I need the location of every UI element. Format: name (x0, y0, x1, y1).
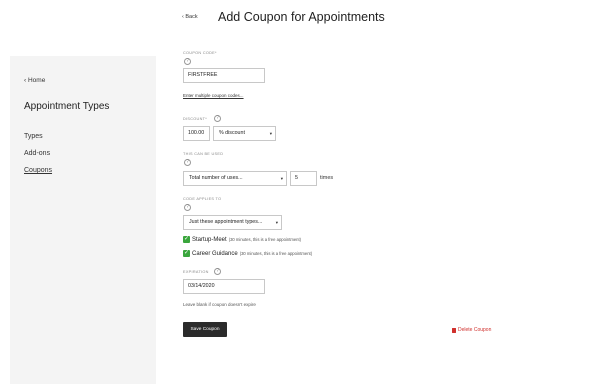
delete-coupon-label: Delete Coupon (458, 327, 492, 333)
multiple-codes-link[interactable]: Enter multiple coupon codes... (183, 93, 244, 98)
sidebar-home-link[interactable]: ‹ Home (24, 77, 45, 84)
back-link[interactable]: ‹ Back (182, 14, 198, 20)
discount-label: DISCOUNT* (183, 117, 208, 121)
appointment-type-option[interactable]: ✓ Startup-Meet (30 minutes, this is a fr… (183, 236, 301, 243)
appointment-type-option[interactable]: ✓ Career Guidance (30 minutes, this is a… (183, 250, 312, 257)
page-title: Add Coupon for Appointments (218, 10, 385, 24)
usage-label: THIS CAN BE USED (183, 152, 224, 156)
sidebar-item-add-ons[interactable]: Add-ons (24, 150, 50, 157)
discount-type-select[interactable]: % discount ▾ (213, 126, 276, 141)
applies-to-select[interactable]: Just these appointment types... ▾ (183, 215, 282, 230)
expiration-hint: Leave blank if coupon doesn't expire (183, 302, 256, 307)
expiration-date-input[interactable]: 03/14/2020 (183, 279, 265, 294)
sidebar-title: Appointment Types (24, 101, 110, 112)
usage-count-input[interactable]: 5 (290, 171, 317, 186)
sidebar-item-coupons[interactable]: Coupons (24, 167, 52, 174)
sidebar: ‹ Home Appointment Types Types Add-ons C… (10, 56, 156, 384)
option-name: Career Guidance (192, 250, 238, 257)
option-name: Startup-Meet (192, 236, 227, 243)
coupon-code-input[interactable]: FIRSTFREE (183, 68, 265, 83)
coupon-code-label: COUPON CODE* (183, 51, 217, 55)
help-icon[interactable]: ? (184, 58, 191, 65)
chevron-down-icon: ▾ (280, 176, 283, 181)
option-description: (30 minutes, this is a free appointment) (228, 237, 302, 242)
discount-amount-input[interactable]: 100.00 (183, 126, 210, 141)
help-icon[interactable]: ? (214, 115, 221, 122)
help-icon[interactable]: ? (214, 268, 221, 275)
chevron-down-icon: ▾ (275, 220, 278, 225)
chevron-down-icon: ▾ (269, 131, 272, 136)
help-icon[interactable]: ? (184, 159, 191, 166)
sidebar-item-types[interactable]: Types (24, 133, 43, 140)
save-coupon-button[interactable]: Save Coupon (183, 322, 227, 337)
applies-to-value: Just these appointment types... (189, 219, 263, 225)
applies-to-label: CODE APPLIES TO (183, 197, 222, 201)
times-label: times (320, 175, 334, 181)
delete-coupon-link[interactable]: Delete Coupon (452, 327, 491, 333)
help-icon[interactable]: ? (184, 204, 191, 211)
discount-type-value: % discount (219, 130, 245, 136)
usage-type-select[interactable]: Total number of uses... ▾ (183, 171, 287, 186)
usage-type-value: Total number of uses... (189, 175, 243, 181)
trash-icon (452, 327, 456, 333)
checkbox-checked-icon[interactable]: ✓ (183, 236, 190, 243)
checkbox-checked-icon[interactable]: ✓ (183, 250, 190, 257)
expiration-label: EXPIRATION (183, 270, 209, 274)
option-description: (30 minutes, this is a free appointment) (239, 251, 313, 256)
